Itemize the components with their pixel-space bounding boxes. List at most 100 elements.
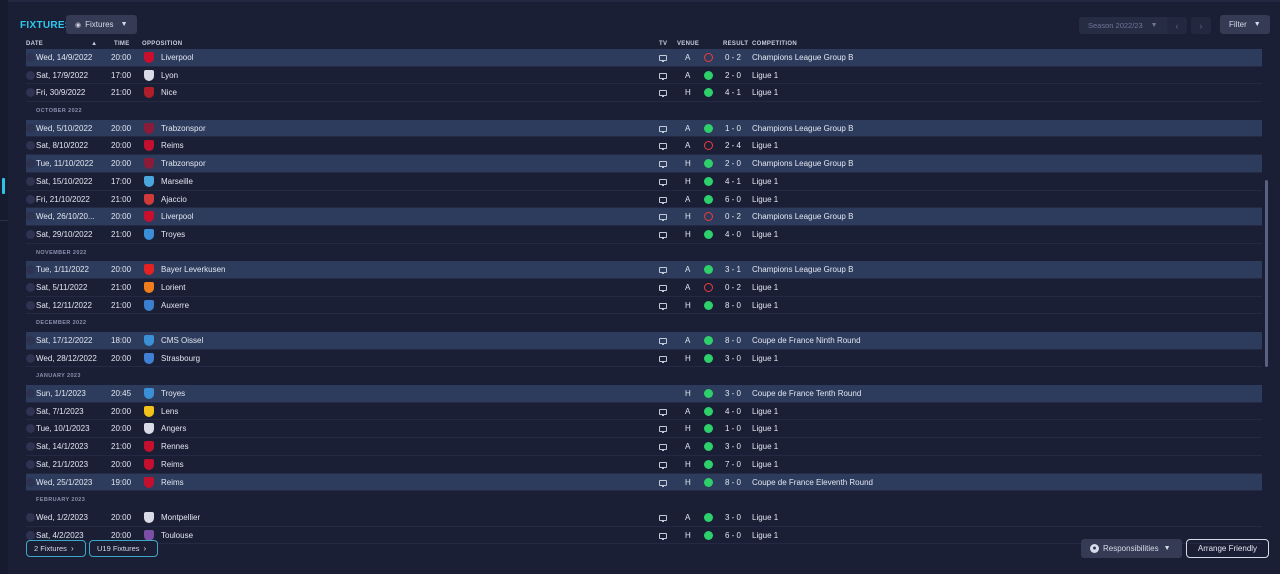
arrange-friendly-button[interactable]: Arrange Friendly (1186, 539, 1269, 558)
column-header-time[interactable]: TIME (114, 41, 130, 47)
match-result[interactable]: 2 - 0 (725, 71, 741, 80)
competition-name[interactable]: Champions League Group B (752, 265, 853, 274)
column-header-opposition[interactable]: OPPOSITION (142, 41, 182, 47)
opponent-name[interactable]: Troyes (161, 230, 185, 239)
select-circle[interactable] (26, 353, 35, 363)
competition-name[interactable]: Ligue 1 (752, 177, 778, 186)
match-result[interactable]: 4 - 1 (725, 177, 741, 186)
fixture-row[interactable]: Sat, 15/10/2022 17:00 Marseille H 4 - 1 Ligue… (26, 173, 1262, 191)
select-circle[interactable] (26, 176, 35, 186)
match-result[interactable]: 0 - 2 (725, 283, 741, 292)
match-result[interactable]: 4 - 0 (725, 407, 741, 416)
fixture-row[interactable]: Wed, 28/12/2022 20:00 Strasbourg H 3 - 0 Ligu… (26, 350, 1262, 368)
competition-name[interactable]: Ligue 1 (752, 71, 778, 80)
opponent-name[interactable]: Montpellier (161, 513, 200, 522)
competition-name[interactable]: Coupe de France Ninth Round (752, 336, 861, 345)
match-result[interactable]: 7 - 0 (725, 460, 741, 469)
opponent-name[interactable]: Angers (161, 424, 186, 433)
select-circle[interactable] (26, 459, 35, 469)
view-dropdown[interactable]: ◉ Fixtures ▼ (66, 15, 137, 34)
select-circle[interactable] (26, 229, 35, 239)
opponent-name[interactable]: Liverpool (161, 53, 193, 62)
match-result[interactable]: 1 - 0 (725, 124, 741, 133)
column-header-venue[interactable]: VENUE (677, 41, 699, 47)
competition-name[interactable]: Ligue 1 (752, 460, 778, 469)
opponent-name[interactable]: Rennes (161, 442, 189, 451)
select-circle[interactable] (26, 70, 35, 80)
select-circle[interactable] (26, 424, 35, 434)
fixture-row[interactable]: Sat, 8/10/2022 20:00 Reims A 2 - 4 Ligue 1 (26, 137, 1262, 156)
select-circle[interactable] (26, 159, 35, 169)
filter-button[interactable]: Filter ▼ (1220, 15, 1270, 34)
match-result[interactable]: 8 - 0 (725, 478, 741, 487)
opponent-name[interactable]: Trabzonspor (161, 159, 206, 168)
competition-name[interactable]: Champions League Group B (752, 124, 853, 133)
fixture-row[interactable]: Sat, 21/1/2023 20:00 Reims H 7 - 0 Ligue 1 (26, 456, 1262, 474)
next-season-button[interactable]: › (1191, 17, 1211, 34)
opponent-name[interactable]: Liverpool (161, 212, 193, 221)
opponent-name[interactable]: Trabzonspor (161, 124, 206, 133)
opponent-name[interactable]: Lorient (161, 283, 185, 292)
competition-name[interactable]: Ligue 1 (752, 141, 778, 150)
column-header-result[interactable]: RESULT (723, 41, 748, 47)
match-result[interactable]: 4 - 0 (725, 230, 741, 239)
competition-name[interactable]: Ligue 1 (752, 88, 778, 97)
fixture-row[interactable]: Tue, 11/10/2022 20:00 Trabzonspor H 2 - 0 Cha… (26, 155, 1262, 173)
column-header-competition[interactable]: COMPETITION (752, 41, 797, 47)
select-circle[interactable] (26, 53, 35, 62)
select-circle[interactable] (26, 194, 35, 204)
competition-name[interactable]: Ligue 1 (752, 230, 778, 239)
match-result[interactable]: 2 - 0 (725, 159, 741, 168)
opponent-name[interactable]: Ajaccio (161, 195, 187, 204)
match-result[interactable]: 2 - 4 (725, 141, 741, 150)
fixture-row[interactable]: Tue, 10/1/2023 20:00 Angers H 1 - 0 Ligue 1 (26, 420, 1262, 439)
select-circle[interactable] (26, 88, 35, 98)
opponent-name[interactable]: Reims (161, 478, 184, 487)
match-result[interactable]: 3 - 0 (725, 513, 741, 522)
select-circle[interactable] (26, 212, 35, 222)
select-circle[interactable] (26, 406, 35, 416)
competition-name[interactable]: Coupe de France Tenth Round (752, 389, 861, 398)
opponent-name[interactable]: Lyon (161, 71, 178, 80)
responsibilities-button[interactable]: ● Responsibilities ▼ (1081, 539, 1182, 558)
fixture-row[interactable]: Fri, 30/9/2022 21:00 Nice H 4 - 1 Ligue 1 (26, 84, 1262, 103)
match-result[interactable]: 3 - 0 (725, 389, 741, 398)
competition-name[interactable]: Ligue 1 (752, 531, 778, 540)
match-result[interactable]: 4 - 1 (725, 88, 741, 97)
opponent-name[interactable]: Lens (161, 407, 178, 416)
competition-name[interactable]: Ligue 1 (752, 513, 778, 522)
competition-name[interactable]: Champions League Group B (752, 212, 853, 221)
competition-name[interactable]: Ligue 1 (752, 442, 778, 451)
column-header-date[interactable]: DATE ▲ (26, 41, 97, 47)
opponent-name[interactable]: Auxerre (161, 301, 189, 310)
fixture-row[interactable]: Sat, 7/1/2023 20:00 Lens A 4 - 0 Ligue 1 (26, 403, 1262, 421)
fixture-row[interactable]: Wed, 25/1/2023 19:00 Reims H 8 - 0 Coupe de F… (26, 473, 1262, 492)
column-header-tv[interactable]: TV (659, 41, 667, 47)
select-circle[interactable] (26, 282, 35, 292)
opponent-name[interactable]: Strasbourg (161, 354, 200, 363)
match-result[interactable]: 1 - 0 (725, 424, 741, 433)
select-circle[interactable] (26, 389, 35, 399)
fixture-row[interactable]: Sat, 17/12/2022 18:00 CMS Oissel A 8 - 0 Coup… (26, 332, 1262, 350)
fixture-row[interactable]: Tue, 1/11/2022 20:00 Bayer Leverkusen A 3 - … (26, 261, 1262, 279)
fixture-row[interactable]: Sat, 29/10/2022 21:00 Troyes H 4 - 0 Ligue 1 (26, 226, 1262, 244)
fixture-row[interactable]: Wed, 5/10/2022 20:00 Trabzonspor A 1 - 0 Cham… (26, 119, 1262, 138)
fixture-row[interactable]: Sat, 17/9/2022 17:00 Lyon A 2 - 0 Ligue 1 (26, 67, 1262, 85)
select-circle[interactable] (26, 300, 35, 310)
match-result[interactable]: 0 - 2 (725, 53, 741, 62)
competition-name[interactable]: Ligue 1 (752, 301, 778, 310)
competition-name[interactable]: Champions League Group B (752, 53, 853, 62)
select-circle[interactable] (26, 512, 35, 522)
match-result[interactable]: 6 - 0 (725, 531, 741, 540)
fixture-row[interactable]: Fri, 21/10/2022 21:00 Ajaccio A 6 - 0 Ligue 1 (26, 191, 1262, 209)
fixtures-link-button[interactable]: 2 Fixtures › (26, 540, 86, 557)
fixture-row[interactable]: Wed, 1/2/2023 20:00 Montpellier A 3 - 0 Ligue… (26, 509, 1262, 527)
opponent-name[interactable]: Reims (161, 141, 184, 150)
select-circle[interactable] (26, 477, 35, 487)
select-circle[interactable] (26, 123, 35, 133)
scrollbar[interactable] (1265, 180, 1268, 367)
opponent-name[interactable]: Troyes (161, 389, 185, 398)
opponent-name[interactable]: Bayer Leverkusen (161, 265, 225, 274)
competition-name[interactable]: Ligue 1 (752, 354, 778, 363)
fixture-row[interactable]: Sat, 14/1/2023 21:00 Rennes A 3 - 0 Ligue 1 (26, 438, 1262, 456)
